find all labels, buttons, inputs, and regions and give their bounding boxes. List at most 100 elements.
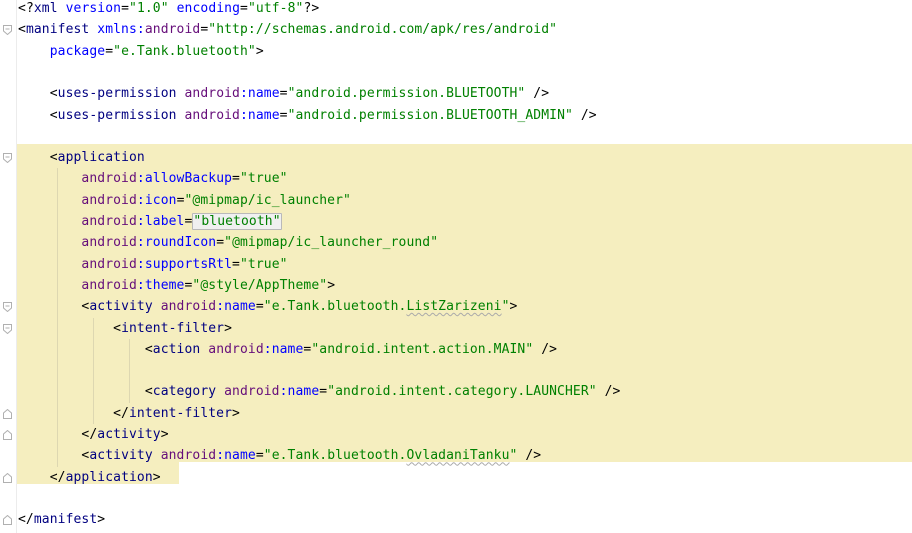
tag-name: application [57,150,145,166]
attribute-name: :allowBackup [136,171,233,187]
code-line[interactable]: </application> [18,467,161,488]
punctuation [169,1,177,16]
attribute-name: :name [263,341,304,357]
code-line[interactable]: android:label="bluetooth" [18,211,282,232]
code-line[interactable]: <?xml version="1.0" encoding="utf-8"?> [18,0,319,19]
code-line[interactable]: <uses-permission android:name="android.p… [18,105,597,126]
punctuation: /> [525,86,550,102]
xml-code-editor[interactable]: <?xml version="1.0" encoding="utf-8"?> <m… [0,0,912,533]
fold-close-icon[interactable] [3,515,12,526]
code-line[interactable]: android:allowBackup="true" [18,168,288,189]
fold-open-icon[interactable] [3,302,12,313]
code-line[interactable]: <action android:name="android.intent.act… [18,339,557,360]
fold-open-icon[interactable] [3,323,12,334]
namespace-prefix: android [81,277,137,293]
code-line[interactable]: android:theme="@style/AppTheme"> [18,275,335,296]
tag-name: intent-filter [121,320,225,336]
code-line[interactable]: <manifest xmlns:android="http://schemas.… [18,19,557,40]
string-value: "android.permission.BLUETOOTH" [287,86,526,102]
string-value: "@mipmap/ic_launcher" [184,192,351,208]
punctuation: = [255,299,264,315]
punctuation: /> [596,384,621,400]
string-value: "e.Tank.bluetooth" [113,43,256,59]
namespace-prefix: android [81,256,137,272]
string-value: "utf-8" [247,1,304,16]
code-line[interactable]: android:roundIcon="@mipmap/ic_launcher_r… [18,232,438,253]
fold-close-icon[interactable] [3,472,12,483]
punctuation: > [232,405,240,421]
punctuation: < [18,22,26,38]
code-line[interactable]: <application [18,147,145,168]
punctuation: = [279,86,288,102]
editor-gutter[interactable] [0,0,17,533]
code-line[interactable]: </activity> [18,424,169,445]
string-value-selected: "bluetooth" [192,213,282,230]
punctuation: /> [572,107,597,123]
attribute-name: :icon [136,192,177,208]
punctuation: < [144,384,153,400]
attribute-name: encoding [176,1,241,16]
punctuation: /> [517,448,542,464]
namespace-prefix: android [81,214,137,229]
code-line[interactable]: </manifest> [18,509,105,530]
namespace-prefix: android [208,341,264,357]
string-value: "http://schemas.android.com/apk/res/andr… [208,22,558,38]
string-value: "@style/AppTheme" [192,277,328,293]
punctuation: = [105,43,114,59]
namespace-prefix: android [160,448,217,464]
tag-name: application [65,469,153,485]
code-line[interactable]: package="e.Tank.bluetooth"> [18,41,264,62]
fold-open-icon[interactable] [3,153,12,164]
attribute-name: package [49,43,106,59]
attribute-name: :name [216,299,256,315]
namespace-prefix: android [184,86,240,102]
fold-open-icon[interactable] [3,25,12,36]
tag-name: manifest [25,22,98,38]
attribute-name: :roundIcon [136,235,217,251]
attribute-name: :theme [136,277,185,293]
code-line[interactable]: <activity android:name="e.Tank.bluetooth… [18,296,517,317]
code-line[interactable]: <intent-filter> [18,318,232,339]
attribute-name: :supportsRtl [136,256,233,272]
fold-close-icon[interactable] [3,408,12,419]
punctuation: = [232,256,240,272]
tag-name: activity [89,299,161,315]
tag-name: activity [97,427,161,442]
punctuation: > [224,320,233,336]
string-value: "@mipmap/ic_launcher_round" [224,235,439,251]
attribute-name: :name [279,384,320,400]
namespace-prefix: android [224,384,280,400]
string-value: "e.Tank.bluetooth. [263,448,407,464]
punctuation: ?> [303,1,320,16]
code-line[interactable]: </intent-filter> [18,403,240,424]
punctuation: < [49,86,58,102]
punctuation: = [232,171,240,187]
punctuation: = [279,107,288,123]
code-line[interactable]: android:supportsRtl="true" [18,254,288,275]
string-value: "1.0" [129,1,169,16]
tag-name: activity [89,448,161,464]
attribute-name: :label [136,214,185,229]
fold-close-icon[interactable] [3,430,12,440]
punctuation: ? [25,1,34,16]
tag-name: uses-permission [57,86,185,102]
tag-name: intent-filter [128,405,233,421]
punctuation: </ [113,405,129,421]
code-line[interactable]: <category android:name="android.intent.c… [18,381,621,402]
code-line[interactable]: <activity android:name="e.Tank.bluetooth… [18,445,541,466]
code-line[interactable]: android:icon="@mipmap/ic_launcher" [18,190,351,211]
code-line[interactable]: <uses-permission android:name="android.p… [18,83,549,104]
punctuation: < [144,341,153,357]
attribute-name: :name [239,86,280,102]
